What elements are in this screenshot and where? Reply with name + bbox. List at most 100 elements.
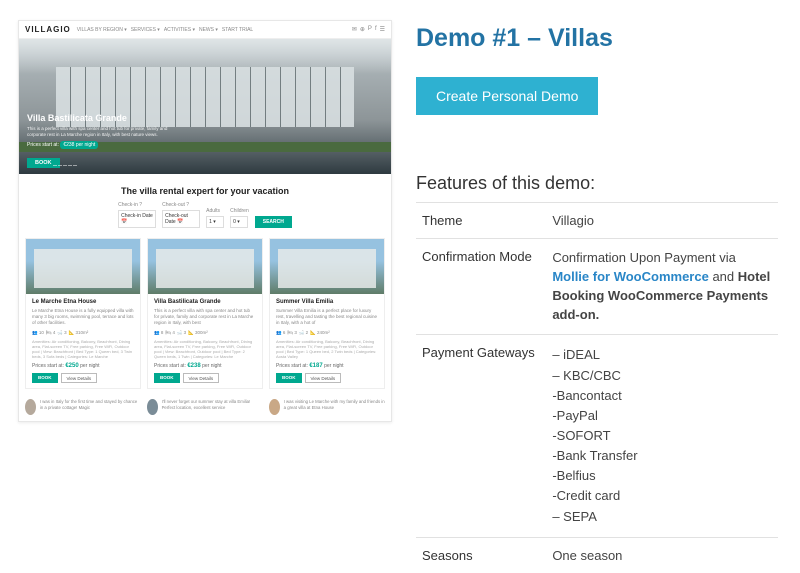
features-table: Theme Villagio Confirmation Mode Confirm… — [416, 202, 778, 573]
checkout-input: Check-out Date 📅 — [162, 210, 200, 228]
mollie-link[interactable]: Mollie for WooCommerce — [552, 269, 709, 284]
theme-value: Villagio — [546, 203, 778, 239]
create-demo-button[interactable]: Create Personal Demo — [416, 77, 598, 115]
card-book-button: BOOK — [154, 373, 180, 383]
gateway-item: -Bancontact — [552, 386, 772, 406]
nav-item: NEWS ▾ — [199, 27, 218, 33]
card-price: Prices start at: €187 per night — [276, 363, 378, 369]
card-desc: This is a perfect villa with spa center … — [154, 308, 256, 326]
table-row: Payment Gateways – iDEAL– KBC/CBC-Bancon… — [416, 335, 778, 537]
testimonial: I was visiting Le Marche with my family … — [269, 399, 385, 415]
card-price: Prices start at: €238 per night — [154, 363, 256, 369]
card-book-button: BOOK — [32, 373, 58, 383]
card-details-button: View Details — [183, 373, 220, 383]
search-button: SEARCH — [255, 216, 292, 228]
villa-card: Summer Villa Emilia Summer Villa Emilia i… — [269, 238, 385, 389]
nav-item: START TRIAL — [222, 27, 253, 33]
preview-topnav: VILLAGIO VILLAS BY REGION ▾ SERVICES ▾ A… — [19, 21, 391, 39]
card-title: Summer Villa Emilia — [276, 299, 378, 305]
theme-label: Theme — [416, 203, 546, 239]
card-details-button: View Details — [61, 373, 98, 383]
avatar — [147, 399, 158, 415]
card-image — [270, 239, 384, 294]
seasons-label: Seasons — [416, 537, 546, 573]
preview-nav: VILLAS BY REGION ▾ SERVICES ▾ ACTIVITIES… — [77, 27, 253, 33]
info-column: Demo #1 – Villas Create Personal Demo Fe… — [400, 0, 800, 526]
confirmation-value: Confirmation Upon Payment via Mollie for… — [546, 239, 778, 335]
menu-icon: ☰ — [380, 26, 385, 33]
card-image — [26, 239, 140, 294]
net-icon: ⊕ — [360, 26, 365, 33]
gateway-item: – KBC/CBC — [552, 366, 772, 386]
card-meta: 👥 10🛏 4🛁 3📐 310m² — [32, 330, 134, 336]
hero-title: Villa Bastilicata Grande — [27, 113, 187, 123]
hero-price: €238 per night — [60, 141, 98, 149]
preview-testimonials: I was in Italy for the first time and st… — [19, 399, 391, 421]
conf-prefix: Confirmation Upon Payment via — [552, 250, 736, 265]
confirmation-label: Confirmation Mode — [416, 239, 546, 335]
card-meta: 👥 6🛏 3🛁 2📐 240m² — [276, 330, 378, 336]
gateway-item: -PayPal — [552, 406, 772, 426]
gateway-item: – iDEAL — [552, 345, 772, 365]
checkout-label: Check-out ? — [162, 202, 200, 208]
card-book-button: BOOK — [276, 373, 302, 383]
testimonial: I was in Italy for the first time and st… — [25, 399, 141, 415]
children-label: Children — [230, 208, 249, 214]
card-desc: Summer Villa Emilia is a perfect place f… — [276, 308, 378, 326]
children-input: 0 ▾ — [230, 216, 248, 228]
seasons-value: One season — [546, 537, 778, 573]
gateways-label: Payment Gateways — [416, 335, 546, 537]
card-title: Villa Bastilicata Grande — [154, 299, 256, 305]
card-amenities: Amenities: Air conditioning, Balcony, Be… — [276, 339, 378, 360]
testimonial-text: I was visiting Le Marche with my family … — [284, 399, 385, 410]
mail-icon: ✉ — [352, 26, 357, 33]
card-price: Prices start at: €250 per night — [32, 363, 134, 369]
gateway-item: -Credit card — [552, 486, 772, 506]
preview-searchbar: Check-in ? Check-in Date 📅 Check-out ? Che… — [19, 202, 391, 238]
table-row: Confirmation Mode Confirmation Upon Paym… — [416, 239, 778, 335]
checkin-label: Check-in ? — [118, 202, 156, 208]
theme-screenshot: VILLAGIO VILLAS BY REGION ▾ SERVICES ▾ A… — [18, 20, 392, 422]
preview-cards: Le Marche Etna House Le Marche Etna House… — [19, 238, 391, 399]
nav-item: VILLAS BY REGION ▾ — [77, 27, 127, 33]
facebook-icon: f — [375, 26, 377, 33]
card-meta: 👥 8🛏 4🛁 3📐 300m² — [154, 330, 256, 336]
gateway-item: -Belfius — [552, 466, 772, 486]
gateway-item: – SEPA — [552, 507, 772, 527]
card-image — [148, 239, 262, 294]
testimonial-text: I was in Italy for the first time and st… — [40, 399, 141, 410]
pinterest-icon: P — [368, 26, 372, 33]
villa-card: Villa Bastilicata Grande This is a perfec… — [147, 238, 263, 389]
preview-hero: Villa Bastilicata Grande This is a perfe… — [19, 39, 391, 174]
testimonial-text: I'll never forget our summer stay at vil… — [162, 399, 263, 410]
hero-book-button: BOOK — [27, 158, 60, 168]
hero-price-prefix: Prices start at: — [27, 142, 60, 148]
villa-card: Le Marche Etna House Le Marche Etna House… — [25, 238, 141, 389]
gateway-item: -SOFORT — [552, 426, 772, 446]
features-heading: Features of this demo: — [416, 173, 778, 194]
nav-item: ACTIVITIES ▾ — [164, 27, 195, 33]
preview-column: VILLAGIO VILLAS BY REGION ▾ SERVICES ▾ A… — [0, 0, 400, 526]
avatar — [269, 399, 280, 415]
card-title: Le Marche Etna House — [32, 299, 134, 305]
avatar — [25, 399, 36, 415]
adults-label: Adults — [206, 208, 224, 214]
table-row: Theme Villagio — [416, 203, 778, 239]
card-details-button: View Details — [305, 373, 342, 383]
conf-s1: and — [709, 269, 738, 284]
table-row: Seasons One season — [416, 537, 778, 573]
preview-tagline: The villa rental expert for your vacatio… — [19, 174, 391, 202]
testimonial: I'll never forget our summer stay at vil… — [147, 399, 263, 415]
preview-brand: VILLAGIO — [25, 25, 71, 34]
nav-item: SERVICES ▾ — [131, 27, 160, 33]
gateway-item: -Bank Transfer — [552, 446, 772, 466]
page-title: Demo #1 – Villas — [416, 24, 778, 53]
card-amenities: Amenities: Air conditioning, Balcony, Be… — [154, 339, 256, 360]
preview-social: ✉ ⊕ P f ☰ — [352, 26, 385, 33]
checkin-input: Check-in Date 📅 — [118, 210, 156, 228]
card-desc: Le Marche Etna House is a fully equipped… — [32, 308, 134, 326]
adults-input: 1 ▾ — [206, 216, 224, 228]
card-amenities: Amenities: Air conditioning, Balcony, Be… — [32, 339, 134, 360]
gateways-value: – iDEAL– KBC/CBC-Bancontact-PayPal-SOFOR… — [546, 335, 778, 537]
hero-sub: This is a perfect villa with spa center … — [27, 126, 187, 138]
